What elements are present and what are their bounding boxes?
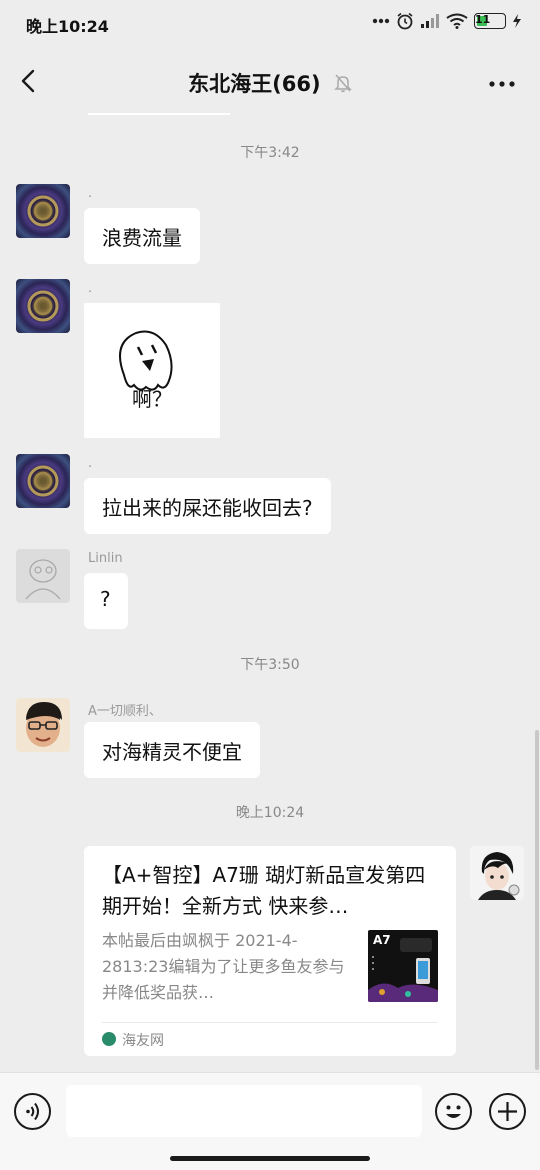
alarm-icon [396, 12, 414, 30]
plus-icon [498, 1102, 517, 1121]
smiley-icon [446, 1105, 461, 1118]
more-dots-icon [489, 81, 515, 87]
battery-icon: 11 [474, 13, 506, 29]
timestamp: 下午3:42 [240, 145, 300, 161]
sender-name: A一切顺利、 [88, 704, 162, 719]
message-input[interactable] [66, 1085, 422, 1137]
avatar[interactable] [16, 184, 70, 238]
card-thumbnail: A7 [368, 930, 438, 1002]
message-bubble[interactable]: 浪费流量 [84, 208, 200, 264]
link-card[interactable]: 【A+智控】A7珊 瑚灯新品宣发第四期开始！全新方式 快来参… 本帖最后由飒枫于… [84, 846, 456, 1056]
timestamp: 下午3:50 [240, 657, 300, 673]
sender-name: . [88, 456, 93, 471]
home-indicator[interactable] [170, 1156, 370, 1161]
sender-name: Linlin [88, 551, 123, 566]
battery-level: 11 [475, 13, 491, 26]
status-time: 晚上10:24 [26, 17, 109, 36]
card-divider [102, 1022, 438, 1023]
card-source: 海友网 [122, 1033, 164, 1049]
my-avatar[interactable] [470, 846, 524, 900]
cartoon-face-avatar-icon [26, 702, 62, 747]
chat-title: 东北海王(66) [0, 68, 540, 98]
sticker-caption: 啊？ [132, 387, 172, 411]
more-dots-icon [372, 18, 390, 24]
timestamp: 晚上10:24 [235, 805, 305, 821]
more-options-button[interactable] [488, 74, 516, 87]
coral-avatar-icon [27, 465, 59, 497]
ghost-sticker-icon [119, 330, 173, 391]
coral-avatar-icon [27, 195, 59, 227]
charging-icon [512, 13, 522, 29]
sticker-message[interactable]: 啊？ [84, 303, 220, 438]
sender-name: . [88, 281, 93, 296]
voice-wave-icon [26, 1102, 39, 1121]
card-description: 本帖最后由飒枫于 2021-4-2813:23编辑为了让更多鱼友参与并降低奖品获… [102, 931, 345, 1002]
status-bar: 晚上10:24 11 [0, 0, 540, 48]
emoji-button[interactable] [435, 1093, 472, 1130]
avatar[interactable] [16, 698, 70, 752]
wifi-icon [446, 13, 468, 29]
card-title: 【A+智控】A7珊 瑚灯新品宣发第四期开始！全新方式 快来参… [102, 863, 426, 918]
message-bubble[interactable]: ? [84, 573, 128, 629]
avatar[interactable] [16, 549, 70, 603]
nav-bar: 东北海王(66) [0, 48, 540, 116]
source-logo-icon [102, 1032, 116, 1046]
status-icons: 11 [372, 12, 522, 30]
coral-avatar-icon [27, 290, 59, 322]
message-bubble[interactable]: 对海精灵不便宜 [84, 722, 260, 778]
signal-icon [420, 13, 440, 29]
message-bubble[interactable]: 拉出来的屎还能收回去? [84, 478, 331, 534]
sketch-avatar-icon [25, 559, 61, 600]
coral-lamp-thumb-icon [368, 938, 438, 1002]
avatar[interactable] [16, 454, 70, 508]
nav-divider [88, 113, 230, 115]
sender-name: . [88, 186, 93, 201]
voice-input-button[interactable] [14, 1093, 51, 1130]
more-functions-button[interactable] [489, 1093, 526, 1130]
anime-boy-avatar-icon [478, 852, 520, 900]
chat-title-text: 东北海王(66) [188, 72, 321, 96]
avatar[interactable] [16, 279, 70, 333]
scrollbar[interactable] [535, 730, 539, 1070]
mute-bell-icon [334, 73, 352, 98]
